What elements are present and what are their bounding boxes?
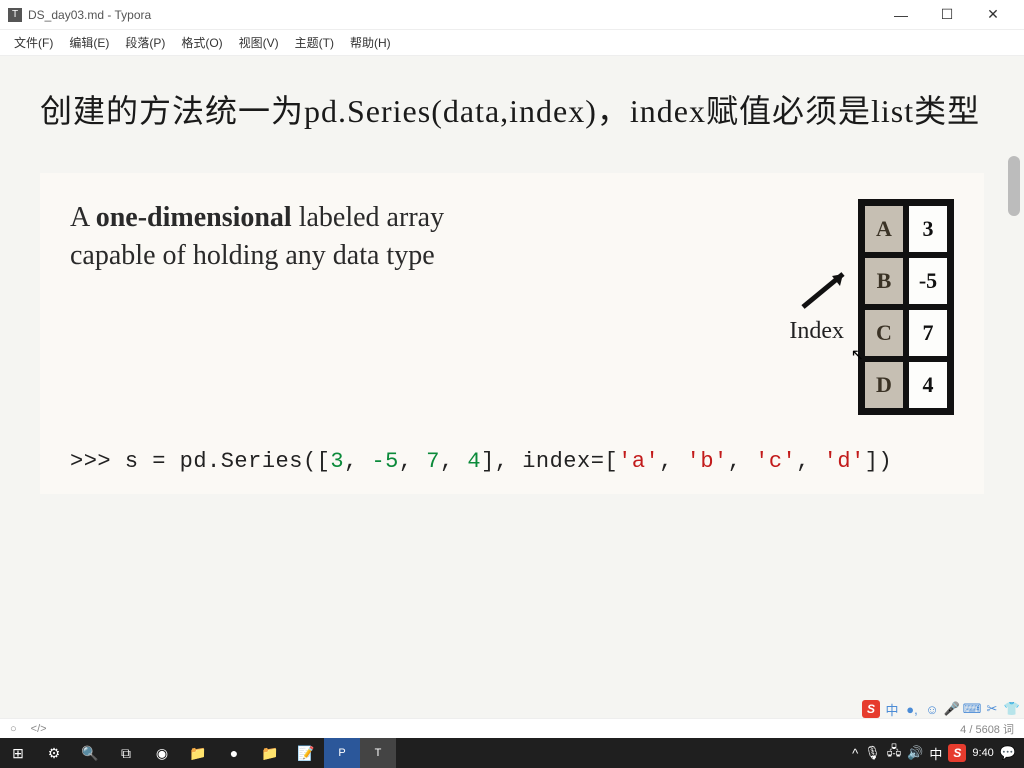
mouse-cursor-icon: ↖ bbox=[851, 345, 864, 365]
app-icon: T bbox=[8, 8, 22, 22]
diagram-description: A one-dimensional labeled array capable … bbox=[70, 199, 444, 275]
ime-voice-icon[interactable]: 🎤 bbox=[944, 701, 960, 717]
document-heading[interactable]: 创建的方法统一为pd.Series(data,index)，index赋值必须是… bbox=[40, 86, 984, 137]
ime-punct-icon[interactable]: ●, bbox=[904, 701, 920, 717]
source-code-toggle-icon[interactable]: </> bbox=[31, 723, 47, 735]
code-example: >>> s = pd.Series([3, -5, 7, 4], index=[… bbox=[70, 449, 954, 474]
title-bar: T DS_day03.md - Typora — ☐ ✕ bbox=[0, 0, 1024, 30]
tray-sogou-icon[interactable]: S bbox=[948, 744, 966, 762]
tray-mic-icon[interactable]: 🎙 bbox=[864, 745, 881, 761]
menu-view[interactable]: 视图(V) bbox=[231, 31, 287, 54]
menu-format[interactable]: 格式(O) bbox=[173, 31, 230, 54]
taskbar-app-icon[interactable]: ⚙ bbox=[36, 738, 72, 768]
taskbar-typora-icon[interactable]: T bbox=[360, 738, 396, 768]
tray-network-icon[interactable]: 🖧 bbox=[887, 742, 902, 764]
taskbar-search-icon[interactable]: 🔍 bbox=[72, 738, 108, 768]
taskbar-explorer-icon[interactable]: 📁 bbox=[180, 738, 216, 768]
index-cell: C bbox=[862, 307, 906, 359]
taskbar-folder-icon[interactable]: 📁 bbox=[252, 738, 288, 768]
window-title: DS_day03.md - Typora bbox=[28, 8, 878, 22]
index-cell: B bbox=[862, 255, 906, 307]
ime-skin-icon[interactable]: 👕 bbox=[1004, 701, 1020, 717]
ime-lang-icon[interactable]: 中 bbox=[884, 701, 900, 717]
series-diagram: A one-dimensional labeled array capable … bbox=[40, 173, 984, 494]
tray-clock[interactable]: 9:40 bbox=[972, 747, 993, 759]
maximize-button[interactable]: ☐ bbox=[924, 0, 970, 30]
taskbar-app-icon[interactable]: P bbox=[324, 738, 360, 768]
taskbar-chrome-icon[interactable]: ◉ bbox=[144, 738, 180, 768]
ime-clip-icon[interactable]: ✂ bbox=[984, 701, 1000, 717]
menu-bar: 文件(F) 编辑(E) 段落(P) 格式(O) 视图(V) 主题(T) 帮助(H… bbox=[0, 30, 1024, 56]
series-table-block: Index ↖ A3 B-5 C7 D4 bbox=[858, 199, 954, 415]
menu-edit[interactable]: 编辑(E) bbox=[61, 31, 117, 54]
index-cell: D bbox=[862, 359, 906, 411]
ime-tray: S 中 ●, ☺ 🎤 ⌨ ✂ 👕 bbox=[862, 700, 1020, 718]
tray-volume-icon[interactable]: 🔊 bbox=[907, 745, 923, 761]
tray-ime-icon[interactable]: 中 bbox=[929, 744, 942, 763]
tray-notification-icon[interactable]: 💬 bbox=[1000, 745, 1016, 761]
menu-theme[interactable]: 主题(T) bbox=[287, 31, 342, 54]
menu-paragraph[interactable]: 段落(P) bbox=[117, 31, 173, 54]
taskbar-app-icon[interactable]: ● bbox=[216, 738, 252, 768]
value-cell: 7 bbox=[906, 307, 950, 359]
value-cell: 3 bbox=[906, 203, 950, 255]
close-button[interactable]: ✕ bbox=[970, 0, 1016, 30]
series-table: A3 B-5 C7 D4 bbox=[858, 199, 954, 415]
system-tray: ^ 🎙 🖧 🔊 中 S 9:40 💬 bbox=[844, 742, 1024, 764]
outline-toggle-icon[interactable]: ○ bbox=[10, 723, 17, 735]
word-count[interactable]: 4 / 5608 词 bbox=[960, 721, 1014, 737]
menu-file[interactable]: 文件(F) bbox=[6, 31, 61, 54]
value-cell: -5 bbox=[906, 255, 950, 307]
menu-help[interactable]: 帮助(H) bbox=[342, 31, 399, 54]
taskbar-notepad-icon[interactable]: 📝 bbox=[288, 738, 324, 768]
editor-area[interactable]: 创建的方法统一为pd.Series(data,index)，index赋值必须是… bbox=[0, 56, 1024, 718]
minimize-button[interactable]: — bbox=[878, 0, 924, 30]
windows-taskbar: ⊞ ⚙ 🔍 ⧉ ◉ 📁 ● 📁 📝 P T ^ 🎙 🖧 🔊 中 S 9:40 💬 bbox=[0, 738, 1024, 768]
tray-up-icon[interactable]: ^ bbox=[852, 746, 858, 761]
ime-emoji-icon[interactable]: ☺ bbox=[924, 701, 940, 717]
index-label: Index bbox=[789, 318, 844, 345]
status-bar: ○ </> 4 / 5608 词 bbox=[0, 718, 1024, 738]
start-button[interactable]: ⊞ bbox=[0, 738, 36, 768]
sogou-icon[interactable]: S bbox=[862, 700, 880, 718]
scrollbar-thumb[interactable] bbox=[1008, 156, 1020, 216]
taskbar-taskview-icon[interactable]: ⧉ bbox=[108, 738, 144, 768]
arrow-icon bbox=[798, 262, 858, 317]
value-cell: 4 bbox=[906, 359, 950, 411]
ime-keyboard-icon[interactable]: ⌨ bbox=[964, 701, 980, 717]
index-cell: A bbox=[862, 203, 906, 255]
